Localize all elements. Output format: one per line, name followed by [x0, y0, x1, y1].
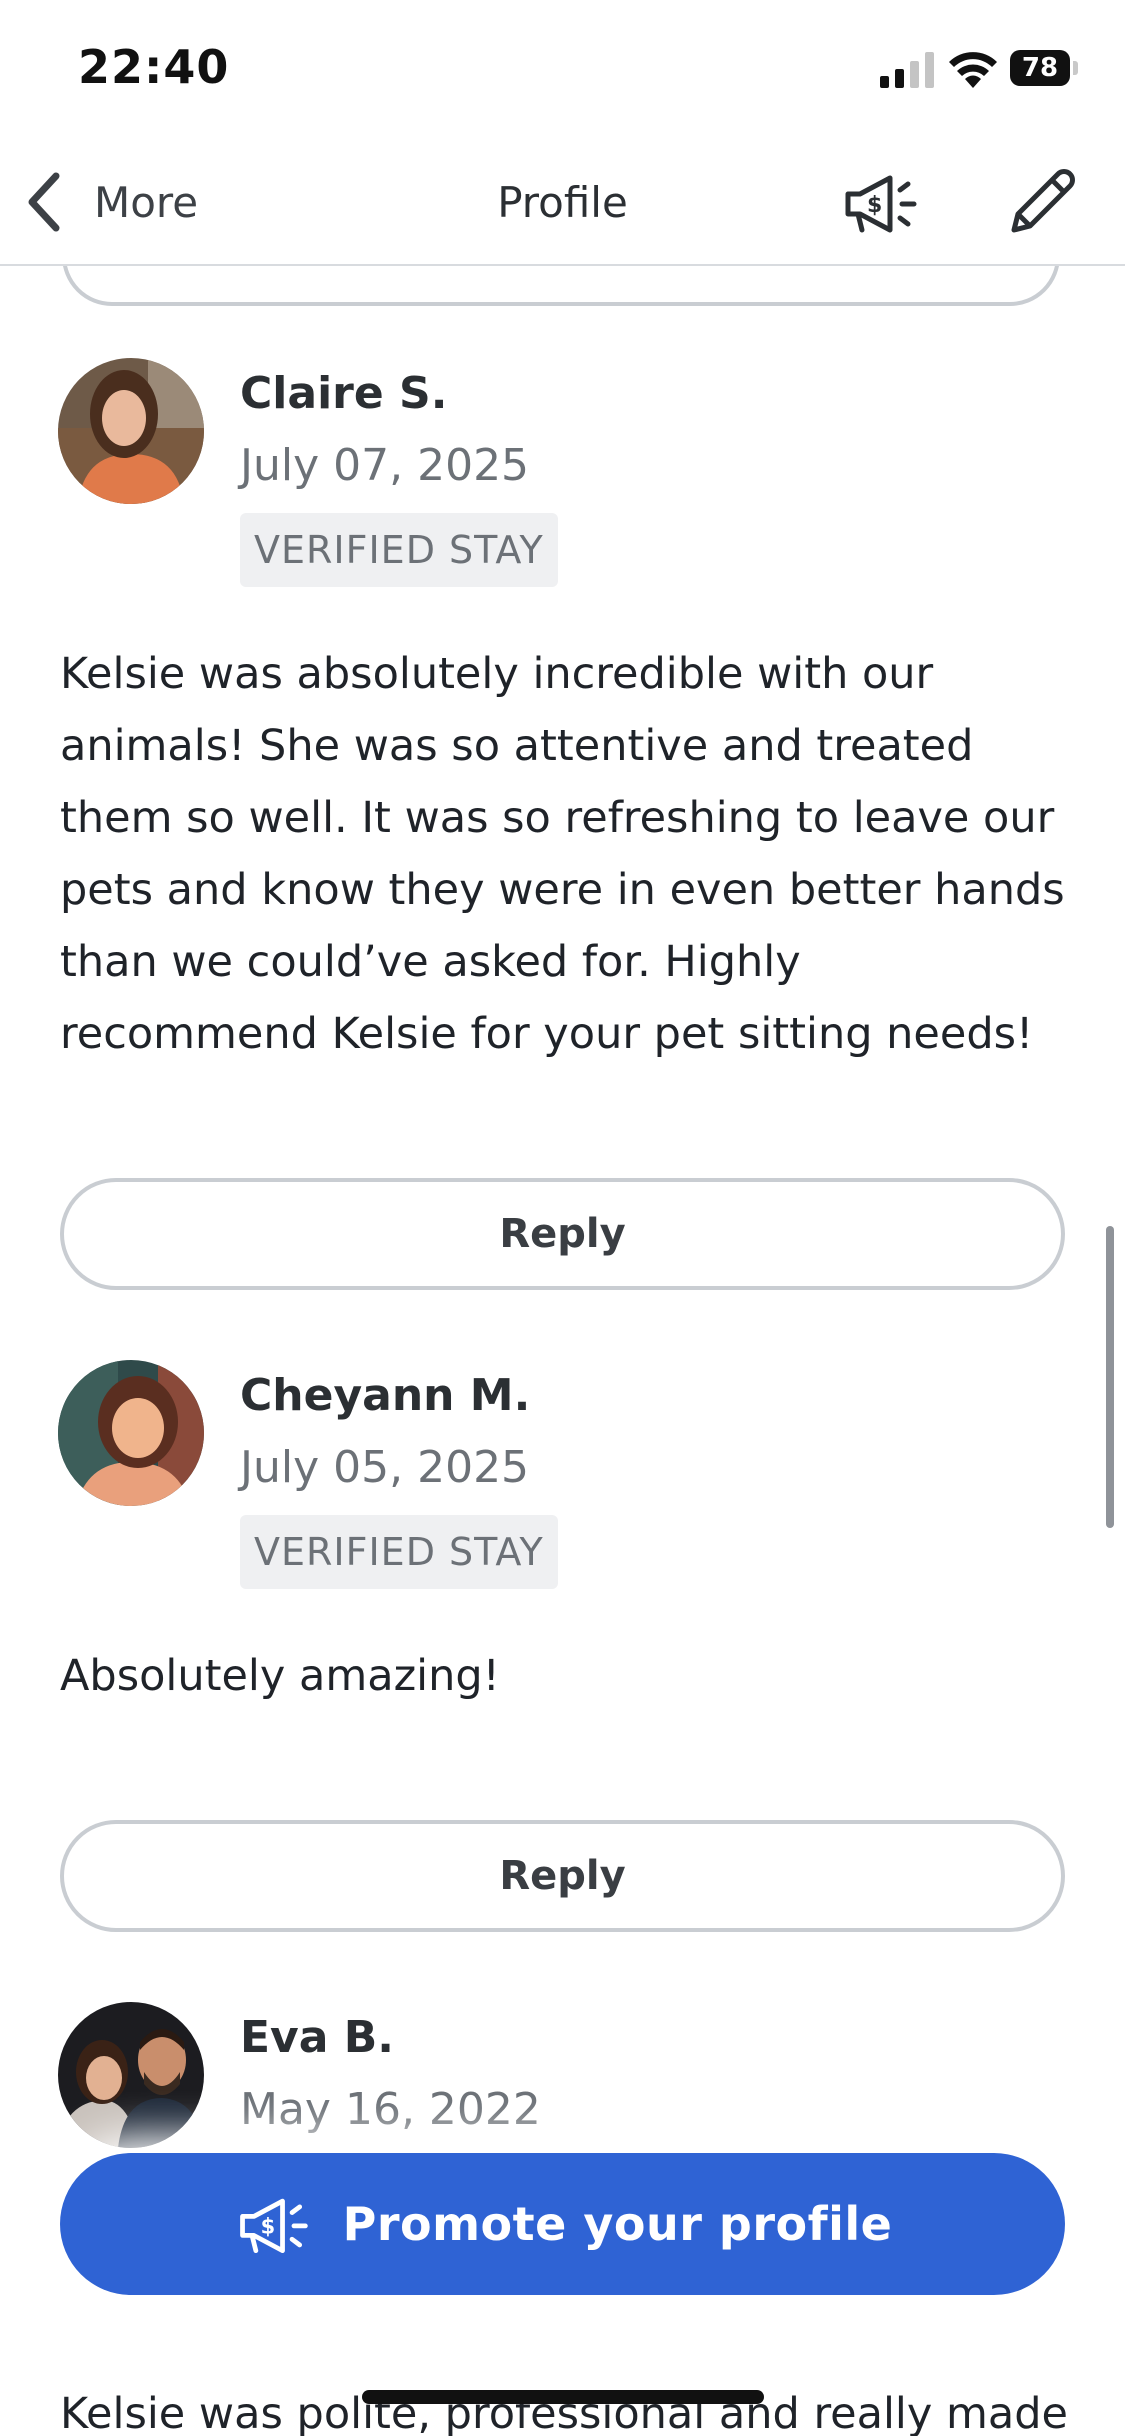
reviews-list[interactable]: Claire S. July 07, 2025 VERIFIED STAY Ke… — [0, 266, 1125, 2436]
megaphone-dollar-icon: $ — [239, 2198, 308, 2254]
avatar — [58, 358, 204, 504]
svg-text:$: $ — [260, 2215, 275, 2239]
review-date: July 05, 2025 — [240, 1442, 530, 1493]
reviewer-name: Claire S. — [240, 368, 448, 419]
home-indicator[interactable] — [362, 2390, 764, 2404]
reply-button[interactable]: Reply — [60, 1820, 1065, 1932]
review-text: Absolutely amazing! — [60, 1651, 500, 1701]
avatar — [58, 2002, 204, 2148]
reviewer-name: Cheyann M. — [240, 1370, 531, 1421]
avatar — [58, 1360, 204, 1506]
edit-profile-button[interactable] — [1000, 160, 1084, 244]
reply-button[interactable]: Reply — [60, 1178, 1065, 1290]
promote-nav-button[interactable]: $ — [838, 160, 922, 244]
review-text: Kelsie was absolutely incredible with ou… — [60, 649, 1065, 1059]
verified-stay-badge: VERIFIED STAY — [240, 513, 558, 587]
review-date: May 16, 2022 — [240, 2084, 541, 2135]
promote-profile-label: Promote your profile — [342, 2197, 893, 2251]
page-title: Profile — [497, 178, 628, 227]
review-date: July 07, 2025 — [240, 440, 530, 491]
pencil-icon — [1011, 169, 1075, 233]
scrollbar[interactable] — [1106, 1226, 1114, 1528]
navigation-bar: More Profile $ — [0, 140, 1125, 266]
megaphone-dollar-icon: $ — [845, 175, 917, 233]
status-bar: 22:40 78 — [0, 0, 1125, 140]
review-text: Kelsie was polite, professional and real… — [60, 2389, 1068, 2436]
verified-stay-badge: VERIFIED STAY — [240, 1515, 558, 1589]
status-time: 22:40 — [78, 40, 230, 94]
svg-text:$: $ — [867, 193, 882, 218]
cellular-signal-icon — [880, 52, 934, 88]
promote-profile-button[interactable]: $ Promote your profile — [60, 2153, 1065, 2295]
previous-reply-button[interactable] — [62, 266, 1060, 306]
battery-level: 78 — [1021, 53, 1059, 83]
wifi-icon — [949, 52, 997, 88]
battery-icon: 78 — [1010, 50, 1080, 86]
reviewer-name: Eva B. — [240, 2012, 394, 2063]
